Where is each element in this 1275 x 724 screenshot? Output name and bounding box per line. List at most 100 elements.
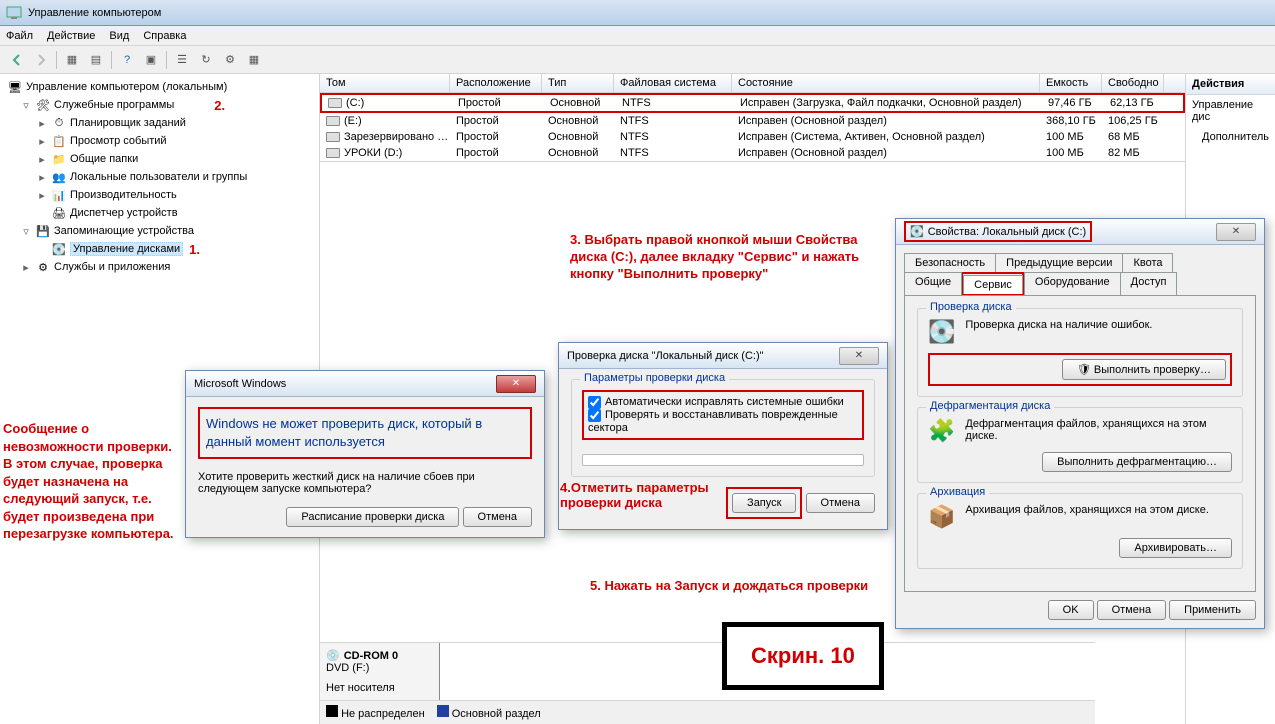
refresh-icon[interactable]: ↻ xyxy=(195,49,217,71)
actions-item[interactable]: Дополнитель xyxy=(1186,127,1275,147)
volume-row[interactable]: УРОКИ (D:) ПростойОсновнойNTFSИсправен (… xyxy=(320,145,1185,161)
cancel-button[interactable]: Отмена xyxy=(1097,600,1166,620)
cancel-button[interactable]: Отмена xyxy=(806,493,875,513)
legend-swatch-primary xyxy=(437,705,449,717)
col-free[interactable]: Свободно xyxy=(1102,74,1164,92)
toolbar-icon[interactable]: ▦ xyxy=(61,49,83,71)
run-check-button[interactable]: 🛡 Выполнить проверку… xyxy=(1062,359,1226,380)
actions-item[interactable]: Управление дис xyxy=(1186,95,1275,127)
disk-icon: 💽 xyxy=(910,226,924,238)
tree-shared[interactable]: ▸📁Общие папки xyxy=(4,150,315,168)
schedule-button[interactable]: Расписание проверки диска xyxy=(286,507,459,527)
volume-table: Том Расположение Тип Файловая система Со… xyxy=(320,74,1185,162)
window-title: Управление компьютером xyxy=(28,7,161,19)
toolbar-icon[interactable]: ▤ xyxy=(85,49,107,71)
perf-icon: 📊 xyxy=(51,187,67,203)
folder-icon: 📁 xyxy=(51,151,67,167)
annotation-4: 4.Отметить параметры проверки диска xyxy=(560,480,760,510)
disk-icon xyxy=(328,98,342,108)
disk-icon xyxy=(326,132,340,142)
tree-scheduler[interactable]: ▸⏱Планировщик заданий xyxy=(4,114,315,132)
shield-icon: 🛡 xyxy=(1077,364,1091,376)
tab-quota[interactable]: Квота xyxy=(1122,253,1173,272)
tree-users[interactable]: ▸👥Локальные пользователи и группы xyxy=(4,168,315,186)
tab-security[interactable]: Безопасность xyxy=(904,253,996,272)
cdrom-block[interactable]: 💿CD-ROM 0 DVD (F:) Нет носителя xyxy=(320,643,440,700)
close-icon[interactable]: ✕ xyxy=(839,347,879,365)
col-layout[interactable]: Расположение xyxy=(450,74,542,92)
window-titlebar: Управление компьютером xyxy=(0,0,1275,26)
tab-access[interactable]: Доступ xyxy=(1120,272,1178,295)
props-title: Свойства: Локальный диск (C:) xyxy=(928,226,1087,238)
defrag-icon: 🧩 xyxy=(928,418,955,444)
chkdsk-opt2[interactable]: Проверять и восстанавливать поврежденные… xyxy=(588,409,838,434)
run-backup-button[interactable]: Архивировать… xyxy=(1119,538,1232,558)
volume-row[interactable]: Зарезервировано … ПростойОсновнойNTFSИсп… xyxy=(320,129,1185,145)
tab-hardware[interactable]: Оборудование xyxy=(1024,272,1121,295)
tab-general[interactable]: Общие xyxy=(904,272,962,295)
menu-action[interactable]: Действие xyxy=(47,30,95,42)
disk-icon xyxy=(326,116,340,126)
properties-dialog: 💽 Свойства: Локальный диск (C:) ✕ Безопас… xyxy=(895,218,1265,629)
apply-button[interactable]: Применить xyxy=(1169,600,1256,620)
toolbar-icon[interactable]: ▦ xyxy=(243,49,265,71)
msgbox-heading: Windows не может проверить диск, который… xyxy=(198,407,532,459)
tree-services[interactable]: ▸⚙Службы и приложения xyxy=(4,258,315,276)
checkbox[interactable] xyxy=(588,396,601,409)
nav-back-button[interactable] xyxy=(6,49,28,71)
tab-prev-versions[interactable]: Предыдущие версии xyxy=(995,253,1123,272)
col-type[interactable]: Тип xyxy=(542,74,614,92)
screenshot-label-box: Скрин. 10 xyxy=(722,622,884,690)
close-icon[interactable]: ✕ xyxy=(1216,223,1256,241)
progress-bar xyxy=(582,454,864,466)
volume-header-row: Том Расположение Тип Файловая система Со… xyxy=(320,74,1185,93)
close-icon[interactable]: ✕ xyxy=(496,375,536,393)
help-icon[interactable]: ? xyxy=(116,49,138,71)
menu-help[interactable]: Справка xyxy=(143,30,186,42)
annotation-5: 5. Нажать на Запуск и дождаться проверки xyxy=(590,578,870,593)
toolbar-icon[interactable]: ☰ xyxy=(171,49,193,71)
checkbox[interactable] xyxy=(588,409,601,422)
toolbar-icon[interactable]: ▣ xyxy=(140,49,162,71)
check-group: Проверка диска 💽 Проверка диска на налич… xyxy=(917,308,1243,397)
tree-root[interactable]: 🖥 Управление компьютером (локальным) xyxy=(4,78,315,96)
services-icon: ⚙ xyxy=(35,259,51,275)
run-defrag-button[interactable]: Выполнить дефрагментацию… xyxy=(1042,452,1232,472)
menu-file[interactable]: Файл xyxy=(6,30,33,42)
tools-icon: 🛠 xyxy=(35,97,51,113)
col-status[interactable]: Состояние xyxy=(732,74,1040,92)
tree-perf[interactable]: ▸📊Производительность xyxy=(4,186,315,204)
tree-storage[interactable]: ▿💾Запоминающие устройства xyxy=(4,222,315,240)
menubar: Файл Действие Вид Справка xyxy=(0,26,1275,46)
marker-1: 1. xyxy=(189,242,200,257)
tabstrip-row1: Безопасность Предыдущие версии Квота xyxy=(904,253,1256,272)
cancel-button[interactable]: Отмена xyxy=(463,507,532,527)
cd-icon: 💿 xyxy=(326,649,340,662)
tabstrip-row2: Общие Сервис Оборудование Доступ xyxy=(904,272,1256,295)
col-fs[interactable]: Файловая система xyxy=(614,74,732,92)
menu-view[interactable]: Вид xyxy=(109,30,129,42)
volume-row[interactable]: (E:) ПростойОсновнойNTFSИсправен (Основн… xyxy=(320,113,1185,129)
disk-icon: 💽 xyxy=(51,241,67,257)
actions-title: Действия xyxy=(1186,74,1275,95)
tree-eventviewer[interactable]: ▸📋Просмотр событий xyxy=(4,132,315,150)
nav-forward-button[interactable] xyxy=(30,49,52,71)
tree-diskmgmt[interactable]: ▸💽 Управление дисками 1. xyxy=(4,240,315,258)
tab-service[interactable]: Сервис xyxy=(963,275,1023,294)
tree-devmgr[interactable]: ▸🖨Диспетчер устройств xyxy=(4,204,315,222)
marker-2: 2. xyxy=(214,98,225,113)
expander-icon[interactable]: ▿ xyxy=(20,99,32,112)
tree-sys-programs[interactable]: ▿ 🛠 Служебные программы 2. xyxy=(4,96,315,114)
volume-row-c[interactable]: (C:) Простой Основной NTFS Исправен (Заг… xyxy=(320,93,1185,113)
toolbar: ▦ ▤ ? ▣ ☰ ↻ ⚙ ▦ xyxy=(0,46,1275,74)
side-annotation: Сообщение о невозможности проверки. В эт… xyxy=(3,420,183,543)
app-icon xyxy=(6,5,22,21)
toolbar-icon[interactable]: ⚙ xyxy=(219,49,241,71)
annotation-3: 3. Выбрать правой кнопкой мыши Свойства … xyxy=(570,232,880,283)
col-capacity[interactable]: Емкость xyxy=(1040,74,1102,92)
ok-button[interactable]: OK xyxy=(1048,600,1094,620)
chkdsk-opt1[interactable]: Автоматически исправлять системные ошибк… xyxy=(588,396,844,408)
chkdsk-options-group: Параметры проверки диска Автоматически и… xyxy=(571,379,875,477)
backup-group: Архивация 📦 Архивация файлов, хранящихся… xyxy=(917,493,1243,569)
col-volume[interactable]: Том xyxy=(320,74,450,92)
